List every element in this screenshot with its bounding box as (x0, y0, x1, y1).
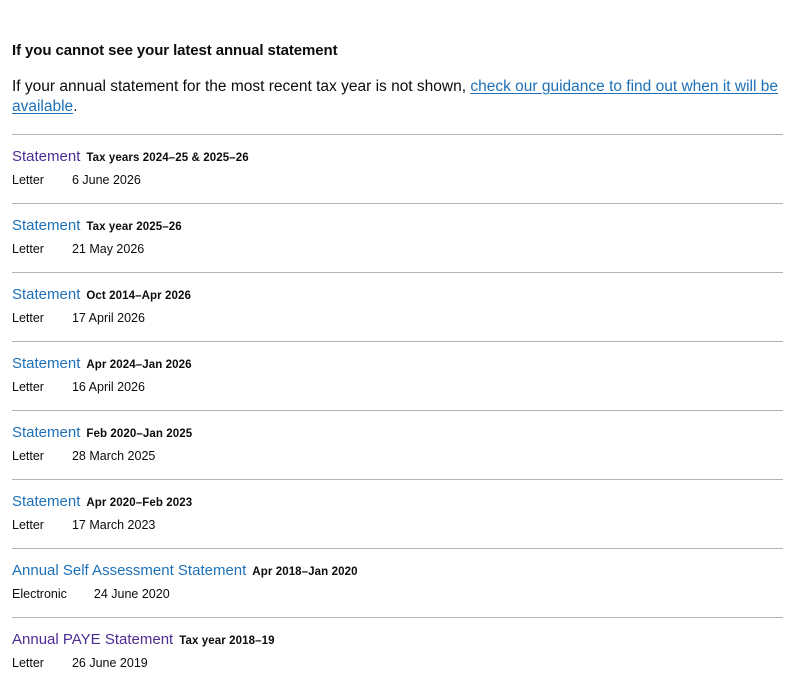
statement-date: 6 June 2026 (71, 173, 141, 187)
statement-link[interactable]: Annual PAYE Statement (12, 631, 173, 648)
statement-link[interactable]: Statement (12, 286, 80, 303)
statement-item: Statement Tax years 2024–25 & 2025–26 Let… (12, 134, 783, 203)
statement-type: Letter (12, 380, 44, 394)
statement-link[interactable]: Statement (12, 493, 80, 510)
statement-period: Tax year 2018–19 (179, 635, 275, 647)
statement-date: 17 March 2023 (71, 518, 156, 532)
statement-date: 17 April 2026 (71, 311, 145, 325)
statement-type: Letter (12, 311, 44, 325)
statement-period: Apr 2024–Jan 2026 (86, 359, 192, 371)
statement-date: 28 March 2025 (71, 449, 156, 463)
statement-item: Statement Tax year 2025–26 Letter 21 May 2… (12, 203, 783, 272)
statement-item: Statement Apr 2024–Jan 2026 Letter 16 Apri… (12, 341, 783, 410)
statement-link[interactable]: Statement (12, 148, 80, 165)
statement-period: Apr 2018–Jan 2020 (252, 566, 358, 578)
statement-type: Electronic (12, 587, 67, 601)
statement-date: 24 June 2020 (93, 587, 170, 601)
statement-date: 26 June 2019 (71, 656, 148, 670)
intro-end: . (73, 98, 78, 115)
statement-item: Annual PAYE Statement Tax year 2018–19 Le… (12, 617, 783, 686)
statement-item: Statement Oct 2014–Apr 2026 Letter 17 Apri… (12, 272, 783, 341)
statement-date: 21 May 2026 (71, 242, 145, 256)
statement-type: Letter (12, 449, 44, 463)
statement-type: Letter (12, 242, 44, 256)
statement-type: Letter (12, 173, 44, 187)
intro-text: If your annual statement for the most re… (12, 78, 471, 95)
statement-period: Tax year 2025–26 (86, 221, 182, 233)
intro-paragraph: If your annual statement for the most re… (12, 77, 783, 117)
statement-link[interactable]: Statement (12, 217, 80, 234)
statement-item: Statement Apr 2020–Feb 2023 Letter 17 Marc… (12, 479, 783, 548)
statement-period: Oct 2014–Apr 2026 (86, 290, 192, 302)
statement-item: Statement Feb 2020–Jan 2025 Letter 28 Marc… (12, 410, 783, 479)
statement-item: Annual Self Assessment Statement Apr 2018… (12, 548, 783, 617)
statement-period: Apr 2020–Feb 2023 (86, 497, 193, 509)
section-heading: If you cannot see your latest annual sta… (12, 42, 338, 59)
statement-list: Statement Tax years 2024–25 & 2025–26 Let… (12, 134, 783, 686)
statement-period: Tax years 2024–25 & 2025–26 (86, 152, 249, 164)
statement-type: Letter (12, 518, 44, 532)
statement-date: 16 April 2026 (71, 380, 145, 394)
statement-type: Letter (12, 656, 44, 670)
statement-period: Feb 2020–Jan 2025 (86, 428, 193, 440)
statement-link[interactable]: Statement (12, 355, 80, 372)
statement-link[interactable]: Annual Self Assessment Statement (12, 562, 246, 579)
statement-link[interactable]: Statement (12, 424, 80, 441)
